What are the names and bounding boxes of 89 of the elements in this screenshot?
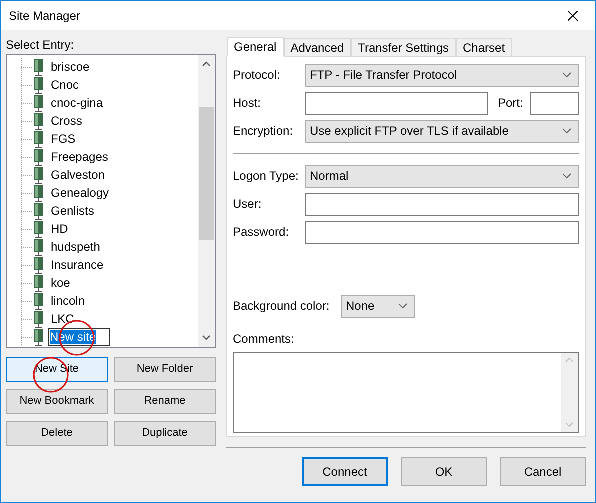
scroll-down-icon [202, 335, 211, 341]
server-icon [34, 202, 43, 220]
user-field[interactable] [305, 192, 579, 216]
tree-item[interactable]: HD [51, 220, 68, 238]
field-label: Comments: [233, 331, 296, 348]
tree-line [21, 202, 33, 220]
server-icon [34, 220, 43, 238]
tree-item[interactable]: Galveston [51, 166, 106, 184]
logon-type-dropdown[interactable]: Normal [305, 164, 579, 188]
server-icon [34, 130, 43, 148]
field-label: User: [233, 196, 263, 213]
tab[interactable]: Charset [456, 38, 512, 56]
scroll-up-icon [565, 357, 574, 363]
tree-line [21, 148, 33, 166]
server-icon [34, 310, 43, 328]
tree-line [21, 76, 33, 94]
window-title: Site Manager [9, 8, 80, 24]
tree-line [21, 328, 33, 346]
tree-item[interactable]: briscoe [51, 58, 90, 76]
server-icon [34, 328, 43, 346]
tree-line [21, 220, 33, 238]
scroll-up-icon [202, 61, 211, 67]
server-icon [34, 94, 43, 112]
chevron-down-icon [562, 72, 572, 78]
scrollbar[interactable] [198, 55, 215, 347]
close-icon [568, 10, 578, 20]
tree-item[interactable]: Insurance [51, 256, 104, 274]
comments-field[interactable] [233, 352, 579, 433]
tree-item[interactable]: FGS [51, 130, 76, 148]
protocol-dropdown[interactable]: FTP - File Transfer Protocol [305, 64, 579, 86]
dialog-button[interactable]: Connect [302, 457, 388, 486]
encryption-dropdown[interactable]: Use explicit FTP over TLS if available [305, 120, 579, 142]
tab[interactable]: Advanced [284, 38, 352, 56]
field-label: Background color: [233, 298, 331, 315]
tree-item[interactable]: lincoln [51, 292, 86, 310]
tree-item[interactable]: Cross [51, 112, 82, 130]
port-field[interactable] [530, 92, 579, 114]
tree-line [21, 112, 33, 130]
chevron-down-icon [398, 303, 408, 309]
chevron-down-icon [562, 128, 572, 134]
field-label: Logon Type: [233, 168, 300, 185]
server-icon [34, 256, 43, 274]
field-label: Encryption: [233, 123, 294, 140]
server-icon [34, 58, 43, 76]
field-label: Host: [233, 95, 262, 112]
tree-item[interactable]: cnoc-gina [51, 94, 104, 112]
dialog-button[interactable]: OK [401, 457, 487, 486]
field-label: Port: [498, 95, 524, 112]
server-icon [34, 148, 43, 166]
host-field[interactable] [305, 92, 488, 114]
tab[interactable]: Transfer Settings [351, 38, 456, 56]
tree-item[interactable]: Cnoc [51, 76, 80, 94]
site-button[interactable]: Duplicate [114, 421, 216, 446]
password-field[interactable] [305, 220, 579, 244]
tree-line [21, 130, 33, 148]
site-button[interactable]: New Bookmark [6, 389, 108, 414]
tree-item[interactable]: Genealogy [51, 184, 110, 202]
tree-item[interactable]: koe [51, 274, 70, 292]
scroll-down-icon [565, 422, 574, 428]
server-icon [34, 292, 43, 310]
background-color-dropdown[interactable]: None [341, 294, 415, 318]
tree-line [21, 292, 33, 310]
server-icon [34, 238, 43, 256]
tree-item[interactable]: Genlists [51, 202, 94, 220]
server-icon [34, 166, 43, 184]
tab[interactable]: General [227, 37, 284, 57]
tree-line [21, 256, 33, 274]
tree-line [21, 310, 33, 328]
tree-line [21, 166, 33, 184]
dialog-button[interactable]: Cancel [500, 457, 586, 486]
field-label: Password: [233, 224, 290, 241]
site-button[interactable]: Delete [6, 421, 108, 446]
scroll-thumb[interactable] [199, 107, 214, 240]
field-label: Protocol: [233, 67, 282, 84]
tree-line [21, 238, 33, 256]
server-icon [34, 274, 43, 292]
select-entry-label: Select Entry: [6, 37, 76, 54]
tree-line [21, 94, 33, 112]
server-icon [34, 112, 43, 130]
server-icon [34, 184, 43, 202]
tree-line [21, 184, 33, 202]
tree-line [21, 58, 33, 76]
tree-item[interactable]: hudspeth [51, 238, 100, 256]
server-icon [34, 76, 43, 94]
tree-line [21, 274, 33, 292]
chevron-down-icon [562, 173, 572, 179]
site-button[interactable]: New Folder [114, 357, 216, 382]
tree-item[interactable]: Freepages [51, 148, 108, 166]
site-button[interactable]: Rename [114, 389, 216, 414]
